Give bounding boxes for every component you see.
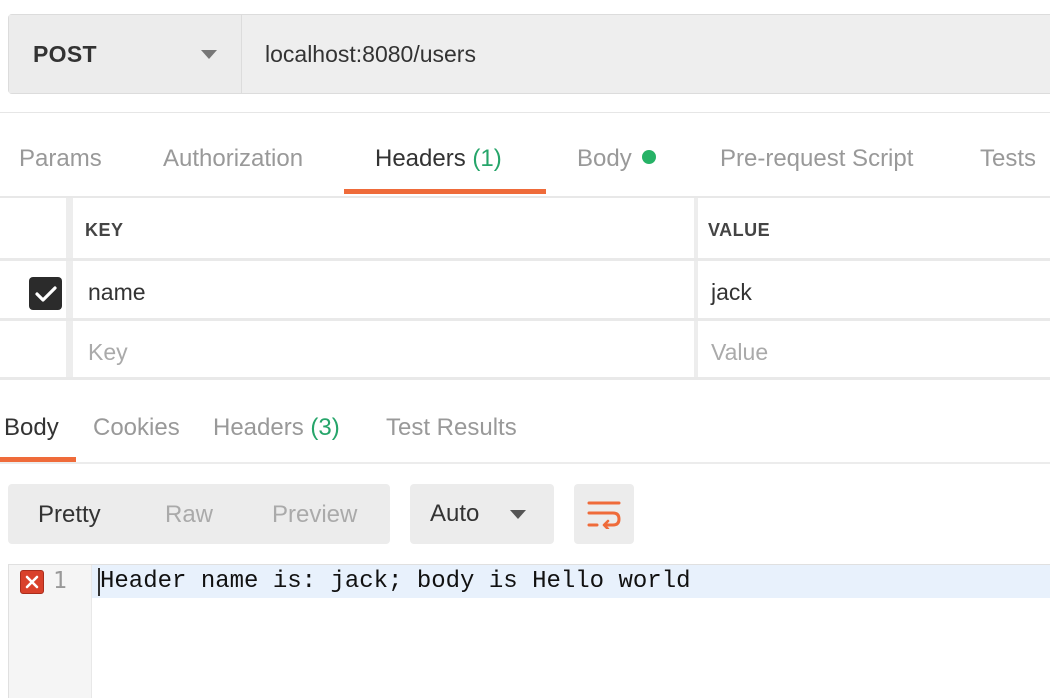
column-divider [66,261,73,318]
response-tab-body[interactable]: Body [4,414,59,442]
column-header-value: VALUE [708,220,771,240]
method-label: POST [33,40,97,67]
tab-pre-request-script[interactable]: Pre-request Script [720,145,913,173]
column-divider [66,198,73,258]
new-value-input[interactable]: Value [711,339,768,366]
format-label: Auto [430,500,480,527]
tab-authorization[interactable]: Authorization [163,145,303,173]
table-row-new: Key Value [0,321,1050,380]
column-divider [694,198,698,258]
tab-label: Body [577,145,632,172]
url-input[interactable]: localhost:8080/users [242,15,1050,93]
response-tab-test-results[interactable]: Test Results [386,414,517,442]
tab-body[interactable]: Body [577,145,656,173]
tab-count: (3) [310,414,340,441]
response-body-editor[interactable]: 1 Header name is: jack; body is Hello wo… [8,564,1050,698]
response-tab-cookies[interactable]: Cookies [93,414,180,442]
tab-headers[interactable]: Headers (1) [375,145,502,173]
tab-count: (1) [472,145,502,172]
view-pretty-button[interactable]: Pretty [38,501,101,529]
tab-label: Headers [375,145,466,172]
wrap-lines-button[interactable] [574,484,634,544]
tab-label: Params [19,145,102,172]
response-tab-headers[interactable]: Headers (3) [213,414,340,442]
chevron-down-icon [201,49,217,59]
body-indicator-dot-icon [641,150,656,164]
view-mode-toggle: Pretty Raw Preview [8,484,390,544]
format-select[interactable]: Auto [410,484,554,544]
active-tab-indicator [0,457,76,462]
headers-table: KEY VALUE name jack Key Value [0,198,1050,380]
view-raw-button[interactable]: Raw [165,501,213,529]
check-icon [34,285,57,302]
header-key-field[interactable]: name [88,279,146,306]
column-divider [694,321,698,377]
column-divider [66,321,73,377]
table-row: name jack [0,261,1050,321]
active-tab-indicator [344,189,546,194]
header-enabled-checkbox[interactable] [29,277,62,310]
table-header-row: KEY VALUE [0,198,1050,261]
response-tabs: Body Cookies Headers (3) Test Results [0,380,1050,464]
new-key-input[interactable]: Key [88,339,128,366]
tab-params[interactable]: Params [19,145,102,173]
view-preview-button[interactable]: Preview [272,501,357,529]
column-divider [694,261,698,318]
method-select[interactable]: POST [9,15,242,93]
tab-label: Tests [980,145,1037,172]
tab-label: Body [4,414,59,441]
column-header-key: KEY [85,220,124,240]
tab-label: Authorization [163,145,304,172]
tab-label: Pre-request Script [720,145,914,172]
wrap-lines-icon [587,501,621,529]
header-value-field[interactable]: jack [711,279,752,306]
error-icon [20,570,44,594]
code-line: Header name is: jack; body is Hello worl… [100,568,691,595]
tab-tests[interactable]: Tests [980,145,1036,173]
chevron-down-icon [510,510,526,519]
request-bar: POST localhost:8080/users [8,14,1050,94]
tab-label: Test Results [386,414,517,441]
line-number: 1 [53,568,67,594]
editor-gutter: 1 [9,565,92,698]
tab-label: Cookies [93,414,180,441]
request-tabs: Params Authorization Headers (1) Body Pr… [0,112,1050,198]
tab-label: Headers [213,414,304,441]
